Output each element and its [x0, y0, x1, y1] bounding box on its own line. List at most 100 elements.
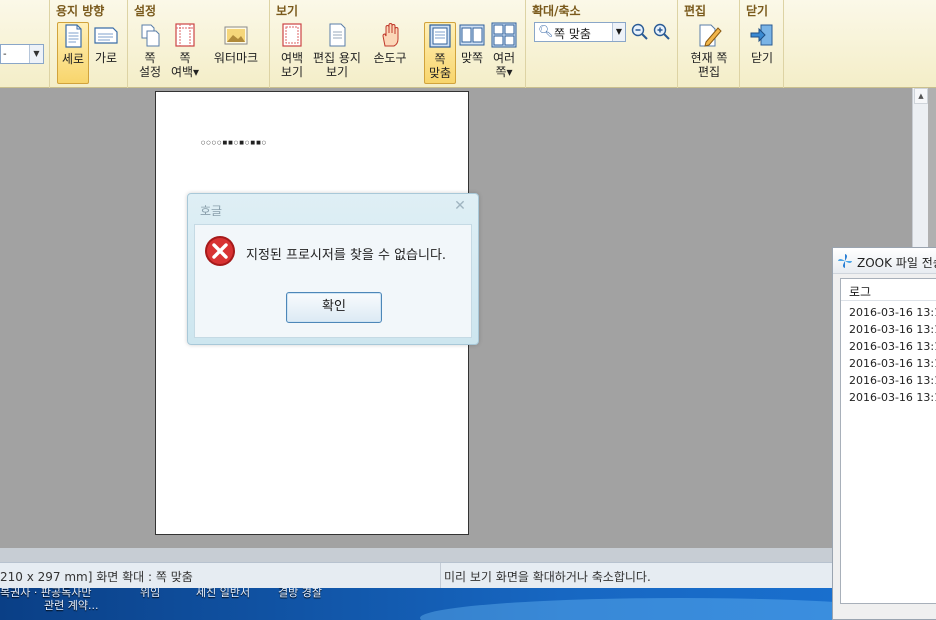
margin-view-icon	[282, 23, 302, 47]
watermark-label: 워터마크	[213, 51, 259, 65]
log-column-header[interactable]: 로그	[841, 279, 936, 301]
error-icon	[205, 236, 235, 266]
zook-titlebar[interactable]: ZOOK 파일 전송	[833, 248, 936, 274]
page-setup-label-1: 쪽	[144, 51, 156, 65]
exit-door-icon	[750, 24, 773, 46]
watermark-button[interactable]: 워터마크	[208, 22, 264, 65]
dialog-title: 호글	[200, 204, 223, 218]
edit-paper-view-icon	[329, 23, 346, 47]
dialog-message: 지정된 프로시저를 찾을 수 없습니다.	[246, 248, 447, 263]
status-left: 210 x 297 mm] 화면 확대 : 쪽 맞춤	[0, 570, 193, 584]
list-item[interactable]: 2016-03-16 13:15	[849, 323, 936, 336]
close-icon[interactable]: ✕	[452, 198, 468, 214]
portrait-page-icon	[65, 24, 82, 48]
page-setup-icon	[141, 24, 160, 47]
group-title-close: 닫기	[746, 4, 769, 18]
portrait-label: 세로	[61, 52, 85, 66]
margin-view-label-2: 보기	[280, 65, 304, 79]
log-column-label: 로그	[849, 285, 872, 299]
desktop-background: 복권사 · 판공독사만 관련 계약... 위임 세진 일반서 결방 경찰	[0, 588, 936, 620]
pinwheel-icon	[838, 254, 852, 268]
zook-title: ZOOK 파일 전송	[857, 256, 936, 270]
ribbon-group-close: 닫기 닫기	[740, 0, 784, 88]
landscape-label: 가로	[94, 51, 118, 65]
page-setup-label-2: 설정	[138, 65, 162, 79]
desktop-label-2[interactable]: 위임	[140, 588, 160, 600]
multi-pages-button[interactable]: 여러 쪽▾	[488, 22, 520, 79]
zoom-value: 쪽 맞춤	[554, 27, 591, 41]
zook-transfer-window: ZOOK 파일 전송 로그 2016-03-16 13:15 2016-03-1…	[832, 247, 936, 620]
landscape-page-icon	[94, 27, 118, 44]
ribbon-group-edit: 편집 현재 쪽 편집	[678, 0, 740, 88]
edit-paper-view-label-1: 편집 용지	[313, 51, 361, 65]
facing-pages-button[interactable]: 맞쪽	[456, 22, 488, 65]
ok-button[interactable]: 확인	[286, 292, 382, 323]
page-setup-button[interactable]: 쪽 설정	[134, 22, 166, 79]
ribbon-group-settings: 설정 쪽 설정 쪽 여백▾ 워터마크	[128, 0, 270, 88]
page-text: ○○○○■■○■○■■○	[201, 140, 268, 146]
desktop-label-4[interactable]: 결방 경찰	[278, 588, 322, 600]
group-title-zoom: 확대/축소	[532, 4, 581, 18]
status-gap	[0, 548, 832, 562]
portrait-button[interactable]: 세로	[57, 22, 89, 84]
chevron-down-icon[interactable]: ▼	[612, 23, 625, 41]
group-title-view: 보기	[276, 4, 299, 18]
edit-pencil-icon	[699, 24, 722, 47]
search-icon: 🔍︎	[538, 24, 554, 38]
log-list[interactable]: 로그 2016-03-16 13:15 2016-03-16 13:15 201…	[840, 278, 936, 604]
group-title-settings: 설정	[134, 4, 157, 18]
current-page-edit-button[interactable]: 현재 쪽 편집	[684, 22, 734, 79]
page-margin-button[interactable]: 쪽 여백▾	[168, 22, 202, 79]
multi-pages-label-1: 여러	[492, 51, 516, 65]
group-title-paper-direction: 용지 방향	[56, 4, 105, 18]
chevron-down-icon[interactable]: ▼	[29, 45, 43, 63]
multi-pages-label-2: 쪽▾	[495, 65, 513, 79]
hand-icon	[382, 22, 399, 47]
desktop-label-3[interactable]: 세진 일반서	[196, 588, 250, 600]
margin-view-label-1: 여백	[280, 51, 304, 65]
margin-view-button[interactable]: 여백 보기	[276, 22, 308, 79]
facing-pages-icon	[459, 24, 485, 46]
left-combo[interactable]: - ▼	[0, 44, 44, 64]
close-preview-button[interactable]: 닫기	[746, 22, 778, 65]
list-item[interactable]: 2016-03-16 13:15	[849, 374, 936, 387]
zoom-in-icon[interactable]	[653, 23, 671, 41]
zoom-out-icon[interactable]	[631, 23, 649, 41]
zoom-combo[interactable]: 🔍︎ 쪽 맞춤 ▼	[534, 22, 626, 42]
scroll-up-icon[interactable]: ▲	[914, 88, 928, 104]
list-item[interactable]: 2016-03-16 13:15	[849, 306, 936, 319]
fit-page-button[interactable]: 쪽 맞춤	[424, 22, 456, 84]
status-divider	[440, 563, 441, 589]
ribbon-group-paper-direction: 용지 방향 세로 가로	[50, 0, 128, 88]
page-margin-label-2: 여백▾	[170, 65, 200, 79]
facing-pages-label: 맞쪽	[460, 51, 484, 65]
desktop-label-1b[interactable]: 관련 계약...	[44, 597, 98, 613]
list-item[interactable]: 2016-03-16 13:15	[849, 357, 936, 370]
fit-page-label-1: 쪽	[434, 52, 446, 66]
status-right: 미리 보기 화면을 확대하거나 축소합니다.	[444, 570, 651, 584]
ribbon-group-left: - ▼	[0, 0, 50, 88]
edit-paper-view-button[interactable]: 편집 용지 보기	[310, 22, 364, 79]
page-margin-label-1: 쪽	[179, 51, 191, 65]
page-margin-icon	[175, 23, 195, 47]
dialog-body: 지정된 프로시저를 찾을 수 없습니다. 확인	[194, 224, 472, 338]
edit-paper-view-label-2: 보기	[325, 65, 349, 79]
hand-tool-button[interactable]: 손도구	[368, 22, 412, 65]
current-page-edit-label-2: 편집	[697, 65, 721, 79]
current-page-edit-label-1: 현재 쪽	[690, 51, 728, 65]
left-combo-value: -	[3, 49, 7, 60]
multi-pages-icon	[491, 22, 517, 48]
watermark-icon	[224, 26, 248, 45]
fit-page-icon	[429, 24, 451, 48]
status-bar: 210 x 297 mm] 화면 확대 : 쪽 맞춤 미리 보기 화면을 확대하…	[0, 562, 832, 589]
list-item[interactable]: 2016-03-16 13:15	[849, 391, 936, 404]
error-dialog: 호글 ✕ 지정된 프로시저를 찾을 수 없습니다. 확인	[187, 193, 479, 345]
close-preview-label: 닫기	[750, 51, 774, 65]
hand-tool-label: 손도구	[373, 51, 407, 65]
ribbon-group-zoom: 확대/축소	[526, 0, 678, 88]
group-title-edit: 편집	[684, 4, 707, 18]
list-item[interactable]: 2016-03-16 13:15	[849, 340, 936, 353]
landscape-button[interactable]: 가로	[90, 22, 122, 65]
fit-page-label-2: 맞춤	[428, 66, 452, 80]
ribbon-group-view: 보기 여백 보기 편집 용지 보기 손도구 쪽 맞춤 맞쪽 여러 쪽▾	[270, 0, 526, 88]
